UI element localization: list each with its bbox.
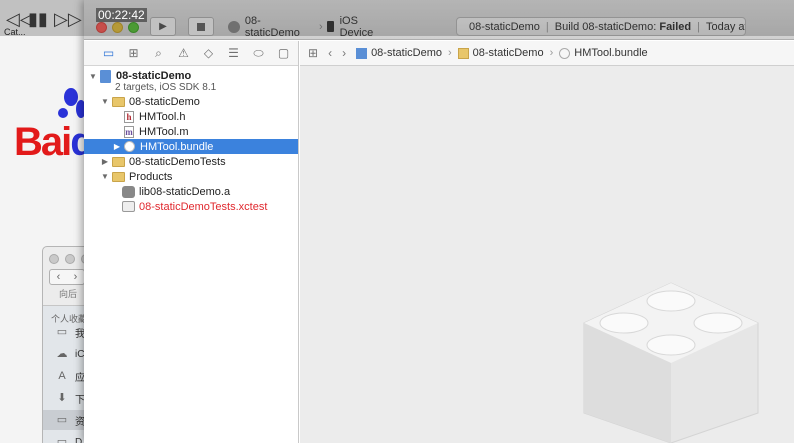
video-timestamp: 00:22:42 bbox=[96, 8, 147, 22]
header-file-icon: h bbox=[124, 110, 134, 123]
finder-close-button[interactable] bbox=[49, 254, 59, 264]
forward-button[interactable]: › bbox=[67, 270, 84, 284]
chevron-right-icon: › bbox=[447, 47, 452, 59]
project-navigator: ▭ ⊞ ⌕ ⚠ ◇ ☰ ⬭ ▢ ▼ 08-staticDemo 2 target… bbox=[84, 41, 299, 443]
xcode-window: ▶ 08-staticDemo › iOS Device 08-staticDe… bbox=[84, 0, 794, 443]
folder-icon bbox=[457, 47, 469, 59]
breadcrumb-group[interactable]: 08-staticDemo bbox=[473, 47, 544, 59]
finder-nav-buttons: ‹ › bbox=[49, 269, 85, 285]
tree-row-file[interactable]: h HMTool.h bbox=[84, 109, 298, 124]
breadcrumb-project[interactable]: 08-staticDemo bbox=[371, 47, 442, 59]
video-player-overlay: ◁◁ ▮▮ ▷▷ 00:22:42 Cat... bbox=[0, 0, 794, 37]
disclosure-open-icon[interactable]: ▼ bbox=[100, 97, 110, 106]
issue-navigator-tab[interactable]: ⚠ bbox=[171, 44, 196, 62]
disclosure-open-icon[interactable]: ▼ bbox=[88, 72, 98, 81]
tree-row-file[interactable]: m HMTool.m bbox=[84, 124, 298, 139]
apps-icon: A bbox=[58, 370, 66, 382]
project-navigator-tab[interactable]: ▭ bbox=[96, 44, 121, 62]
tag-icon: ⬭ bbox=[253, 46, 264, 60]
bundle-icon bbox=[124, 141, 135, 152]
library-icon bbox=[122, 185, 135, 198]
download-icon: ⬇ bbox=[57, 392, 67, 404]
breadcrumb-file[interactable]: HMTool.bundle bbox=[574, 47, 647, 59]
speech-bubble-icon: ▢ bbox=[277, 46, 290, 60]
jump-bar: ⊞ ‹ › 08-staticDemo › 08-staticDemo › HM… bbox=[300, 41, 794, 66]
forward-button[interactable]: › bbox=[342, 46, 346, 60]
xctest-bundle-icon bbox=[122, 201, 135, 212]
tree-row-group[interactable]: ▼ Products bbox=[84, 169, 298, 184]
tree-row-bundle-selected[interactable]: ▶ HMTool.bundle bbox=[84, 139, 298, 154]
pause-icon[interactable]: ▮▮ bbox=[28, 10, 48, 28]
list-icon: ☰ bbox=[228, 46, 239, 60]
breakpoint-navigator-tab[interactable]: ⬭ bbox=[246, 44, 271, 62]
finder-minimize-button[interactable] bbox=[65, 254, 75, 264]
project-subtitle: 2 targets, iOS SDK 8.1 bbox=[115, 81, 217, 93]
find-navigator-tab[interactable]: ⌕ bbox=[146, 44, 171, 62]
finder-nav-label: 向后 bbox=[59, 289, 78, 299]
back-button[interactable]: ‹ bbox=[328, 46, 332, 60]
folder-icon: ▭ bbox=[56, 414, 68, 426]
report-navigator-tab[interactable]: ▢ bbox=[271, 44, 296, 62]
folder-icon bbox=[112, 96, 125, 107]
search-icon: ⌕ bbox=[155, 46, 162, 60]
tree-row-group[interactable]: ▼ 08-staticDemo bbox=[84, 94, 298, 109]
symbol-navigator-tab[interactable]: ⊞ bbox=[121, 44, 146, 62]
project-icon bbox=[356, 47, 368, 59]
test-navigator-tab[interactable]: ◇ bbox=[196, 44, 221, 62]
warning-icon: ⚠ bbox=[178, 46, 189, 60]
folder-icon bbox=[112, 156, 125, 167]
diamond-icon: ◇ bbox=[203, 46, 214, 60]
editor-area: ⊞ ‹ › 08-staticDemo › 08-staticDemo › HM… bbox=[300, 41, 794, 443]
desktop-icon: ▭ bbox=[56, 436, 68, 443]
disclosure-closed-icon[interactable]: ▶ bbox=[112, 142, 122, 151]
implementation-file-icon: m bbox=[124, 125, 134, 138]
related-items-icon[interactable]: ⊞ bbox=[308, 46, 318, 60]
tree-row-file-missing[interactable]: 08-staticDemoTests.xctest bbox=[84, 199, 298, 214]
bundle-lego-icon bbox=[583, 282, 759, 443]
cloud-icon: ☁ bbox=[56, 348, 68, 360]
baidu-paw-icon bbox=[58, 108, 68, 118]
disclosure-closed-icon[interactable]: ▶ bbox=[100, 157, 110, 166]
chevron-right-icon: › bbox=[549, 47, 554, 59]
folder-icon bbox=[112, 171, 125, 182]
navigator-tabs: ▭ ⊞ ⌕ ⚠ ◇ ☰ ⬭ ▢ bbox=[84, 41, 298, 66]
bundle-icon bbox=[559, 47, 571, 59]
fast-forward-icon[interactable]: ▷▷ bbox=[54, 10, 82, 28]
debug-navigator-tab[interactable]: ☰ bbox=[221, 44, 246, 62]
disclosure-open-icon[interactable]: ▼ bbox=[100, 172, 110, 181]
back-button[interactable]: ‹ bbox=[50, 270, 67, 284]
tree-row-file[interactable]: lib08-staticDemo.a bbox=[84, 184, 298, 199]
tree-row-group[interactable]: ▶ 08-staticDemoTests bbox=[84, 154, 298, 169]
folder-icon: ▭ bbox=[56, 326, 68, 338]
video-caption: Cat... bbox=[4, 27, 26, 37]
